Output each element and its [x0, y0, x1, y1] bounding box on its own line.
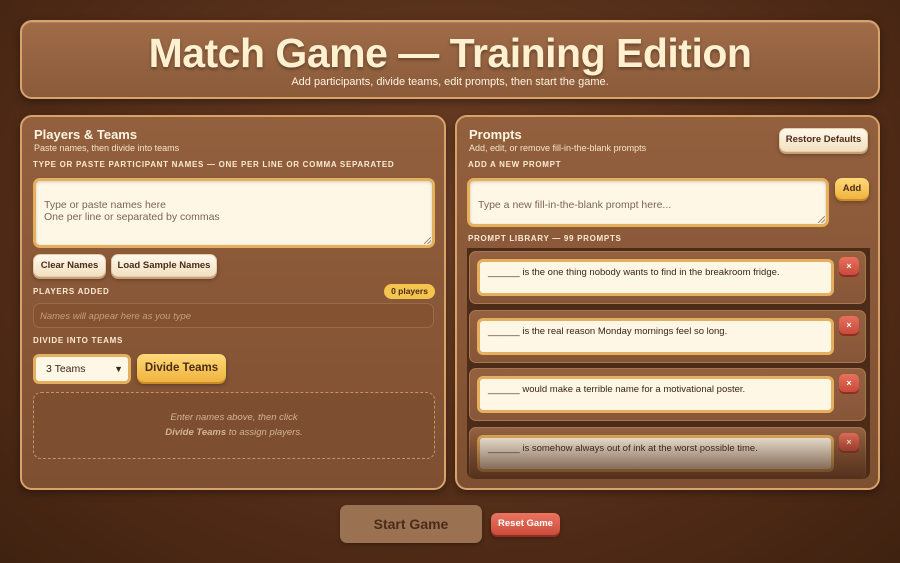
prompts-panel-title: Prompts [469, 127, 522, 142]
prompt-item: ______ is somehow always out of ink at t… [469, 427, 866, 479]
resize-handle-icon[interactable] [424, 237, 431, 244]
add-prompt-button[interactable]: Add [835, 178, 869, 199]
teams-hint-strong: Divide Teams [165, 427, 227, 438]
divide-teams-button[interactable]: Divide Teams [137, 354, 226, 382]
players-list-box: Names will appear here as you type [33, 303, 434, 328]
page-title: Match Game — Training Edition [148, 30, 752, 76]
players-panel-title: Players & Teams [34, 127, 138, 142]
prompt-library-list[interactable]: ______ is the one thing nobody wants to … [467, 248, 870, 479]
teams-hint-line1: Enter names above, then click [170, 412, 298, 423]
names-textarea[interactable]: Type or paste names here One per line or… [33, 178, 435, 248]
prompt-library-label: Prompt library — 99 prompts [468, 234, 622, 243]
prompts-panel: Prompts Add, edit, or remove fill-in-the… [455, 115, 880, 490]
divide-teams-label: Divide into teams [33, 336, 123, 345]
header: Match Game — Training Edition Add partic… [20, 20, 880, 99]
remove-prompt-button[interactable]: × [839, 374, 859, 392]
prompt-text-field[interactable]: ______ is the one thing nobody wants to … [477, 259, 834, 296]
resize-handle-icon[interactable] [818, 216, 825, 223]
prompt-text-field[interactable]: ______ is somehow always out of ink at t… [477, 435, 834, 472]
names-input-label: Type or paste participant names — one pe… [33, 160, 395, 169]
players-panel-subtitle: Paste names, then divide into teams [34, 143, 180, 153]
prompt-item: ______ is the real reason Monday morning… [469, 310, 866, 363]
remove-prompt-button[interactable]: × [839, 316, 859, 334]
prompt-text-field[interactable]: ______ would make a terrible name for a … [477, 376, 834, 413]
new-prompt-placeholder: Type a new fill-in-the-blank prompt here… [478, 199, 672, 211]
players-panel: Players & Teams Paste names, then divide… [20, 115, 446, 490]
prompt-item: ______ is the one thing nobody wants to … [469, 251, 866, 304]
teams-placeholder: Enter names above, then click Divide Tea… [33, 392, 435, 459]
start-game-button[interactable]: Start Game [340, 505, 482, 543]
load-sample-names-button[interactable]: Load Sample Names [111, 254, 217, 277]
player-count-badge: 0 players [384, 284, 435, 299]
names-textarea-placeholder: Type or paste names here One per line or… [44, 199, 220, 223]
remove-prompt-button[interactable]: × [839, 433, 859, 451]
team-count-select[interactable]: 3 Teams ▼ [33, 354, 131, 384]
players-added-label: Players added [33, 287, 110, 296]
prompt-text-field[interactable]: ______ is the real reason Monday morning… [477, 318, 834, 355]
prompt-item: ______ would make a terrible name for a … [469, 368, 866, 421]
clear-names-button[interactable]: Clear Names [33, 254, 106, 277]
remove-prompt-button[interactable]: × [839, 257, 859, 275]
new-prompt-textarea[interactable]: Type a new fill-in-the-blank prompt here… [467, 178, 829, 227]
add-prompt-label: Add a new prompt [468, 160, 562, 169]
teams-hint-line2: Divide Teams to assign players. [34, 425, 434, 440]
team-count-value: 3 Teams [46, 363, 86, 375]
page-subtitle: Add participants, divide teams, edit pro… [291, 76, 609, 88]
chevron-down-icon: ▼ [114, 364, 123, 374]
prompts-panel-subtitle: Add, edit, or remove fill-in-the-blank p… [469, 143, 647, 153]
reset-game-button[interactable]: Reset Game [491, 513, 560, 535]
teams-hint-rest: to assign players. [226, 427, 303, 438]
restore-defaults-button[interactable]: Restore Defaults [779, 128, 868, 152]
